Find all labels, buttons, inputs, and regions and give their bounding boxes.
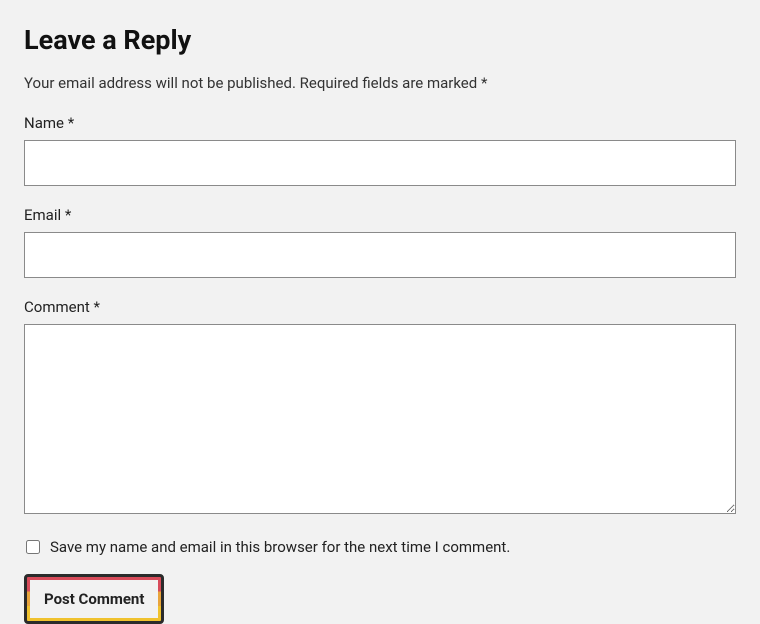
form-title: Leave a Reply xyxy=(24,24,736,56)
save-info-row: Save my name and email in this browser f… xyxy=(24,538,736,556)
name-input[interactable] xyxy=(24,140,736,186)
post-comment-button[interactable]: Post Comment xyxy=(30,580,158,618)
email-field-group: Email * xyxy=(24,206,736,278)
name-field-group: Name * xyxy=(24,114,736,186)
comment-textarea[interactable] xyxy=(24,324,736,514)
name-label: Name * xyxy=(24,114,736,132)
email-input[interactable] xyxy=(24,232,736,278)
submit-button-wrapper: Post Comment xyxy=(24,574,164,624)
save-info-checkbox[interactable] xyxy=(26,540,40,554)
save-info-label: Save my name and email in this browser f… xyxy=(50,538,510,556)
comment-label: Comment * xyxy=(24,298,736,316)
email-label: Email * xyxy=(24,206,736,224)
comment-field-group: Comment * xyxy=(24,298,736,518)
form-notice: Your email address will not be published… xyxy=(24,74,736,92)
